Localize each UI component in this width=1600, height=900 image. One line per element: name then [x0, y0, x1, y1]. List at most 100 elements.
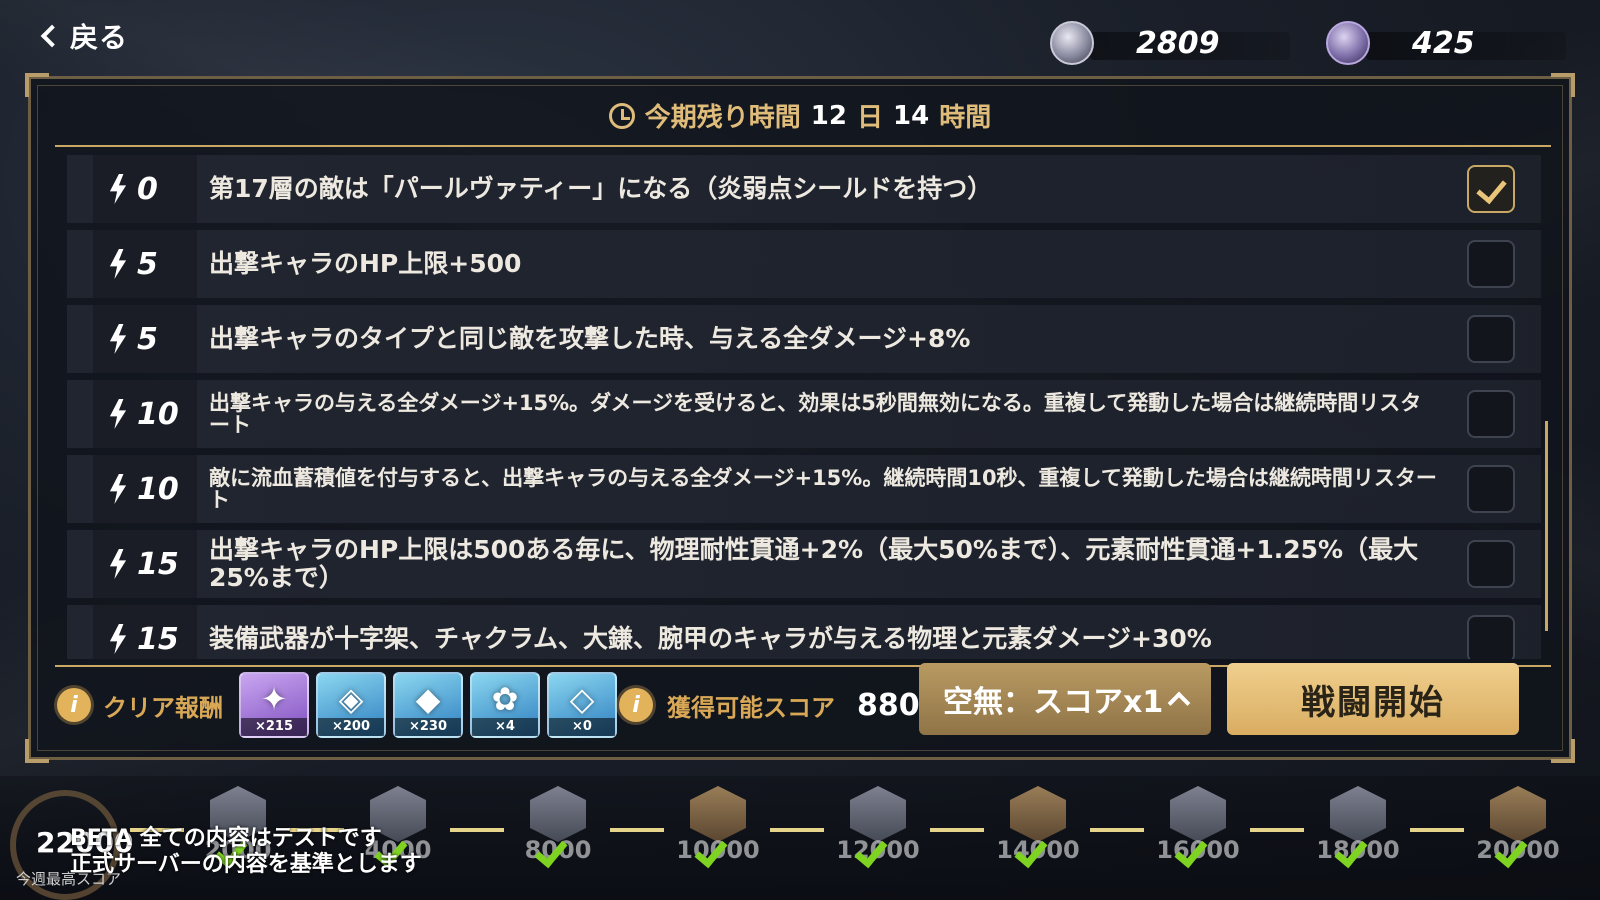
buff-checkbox[interactable]	[1467, 615, 1515, 659]
buff-checkbox[interactable]	[1467, 315, 1515, 363]
clear-rewards: i クリア報酬 ✦ ×215 ◈ ×200 ◆ ×230 ✿ ×4 ◇ ×0	[57, 665, 617, 745]
bird-token-icon: ◆	[415, 680, 441, 718]
buff-description: 敵に流血蓄積値を付与すると、出撃キャラの与える全ダメージ+15%。継続時間10秒…	[209, 466, 1437, 512]
milestone[interactable]: 12000	[836, 786, 920, 869]
buff-description: 出撃キャラの与える全ダメージ+15%。ダメージを受けると、効果は5秒間無効になる…	[209, 391, 1422, 437]
start-battle-label: 戦闘開始	[1301, 682, 1445, 723]
progress-segment	[1090, 828, 1144, 832]
silver-chest-icon	[1330, 786, 1386, 842]
progress-segment	[1410, 828, 1464, 832]
progress-segment	[770, 828, 824, 832]
progress-segment	[450, 828, 504, 832]
lightning-icon	[109, 324, 127, 354]
lightning-icon	[109, 399, 127, 429]
back-label: 戻る	[70, 21, 129, 54]
silver-chest-icon	[530, 786, 586, 842]
buff-cost-value: 0	[137, 171, 158, 207]
buff-row[interactable]: 15 装備武器が十字架、チャクラム、大鎌、腕甲のキャラが与える物理と元素ダメージ…	[67, 605, 1541, 659]
buff-cost-value: 15	[137, 546, 179, 582]
remaining-time-prefix: 今期残り時間	[644, 103, 801, 133]
buff-list[interactable]: 0 第17層の敵は「パールヴァティー」になる（炎弱点シールドを持つ） 5 出撃キ…	[67, 155, 1541, 659]
reward-item-crystal-blue[interactable]: ◇ ×0	[547, 672, 617, 738]
buff-cost-value: 15	[137, 621, 179, 657]
milestone[interactable]: 20000	[1476, 786, 1560, 869]
currency-1-value: 2809	[1136, 25, 1220, 61]
info-icon[interactable]: i	[57, 688, 91, 722]
score-progress-track: 22000 今週最高スコア 2000 4000 8000 10000 12000…	[0, 776, 1600, 900]
crystal-coin-icon	[1050, 21, 1094, 65]
buff-panel: 今期残り時間 12 日 14 時間 0 第17層の敵は「パールヴァティー」になる…	[25, 73, 1575, 763]
crystal-coin-icon: ✦	[260, 680, 288, 718]
milestone[interactable]: 8000	[525, 786, 591, 869]
mode-label: 空無：スコアx1	[943, 685, 1164, 720]
divider	[55, 145, 1551, 147]
buff-description: 第17層の敵は「パールヴァティー」になる（炎弱点シールドを持つ）	[209, 174, 993, 203]
gold-chest-icon	[1490, 786, 1546, 842]
milestone[interactable]: 14000	[996, 786, 1080, 869]
reward-count: ×215	[241, 718, 307, 736]
milestone[interactable]: 10000	[676, 786, 760, 869]
buff-cost: 10	[93, 455, 197, 523]
reward-item-chip[interactable]: ◈ ×200	[316, 672, 386, 738]
blue-crystal-icon: ◇	[569, 680, 595, 718]
days-unit: 日	[856, 103, 883, 133]
list-scrollbar[interactable]	[1545, 421, 1548, 631]
bird-token-icon	[1326, 21, 1370, 65]
buff-cost: 5	[93, 230, 197, 298]
gold-chest-icon	[1010, 786, 1066, 842]
buff-description: 出撃キャラのHP上限は500ある毎に、物理耐性貫通+2%（最大50%まで）、元素…	[209, 535, 1419, 592]
difficulty-mode-button[interactable]: 空無：スコアx1	[919, 663, 1211, 735]
panel-corner	[25, 73, 49, 97]
panel-corner	[1551, 739, 1575, 763]
lightning-icon	[109, 249, 127, 279]
buff-row[interactable]: 5 出撃キャラのHP上限+500	[67, 230, 1541, 298]
pink-flower-icon: ✿	[491, 680, 519, 718]
buff-checkbox[interactable]	[1467, 465, 1515, 513]
buff-cost-value: 5	[137, 321, 158, 357]
currency-2-value: 425	[1412, 25, 1475, 61]
buff-checkbox[interactable]	[1467, 240, 1515, 288]
remaining-time: 今期残り時間 12 日 14 時間	[31, 97, 1569, 134]
milestone[interactable]: 18000	[1316, 786, 1400, 869]
reward-count: ×200	[318, 718, 384, 736]
buff-cost: 5	[93, 305, 197, 373]
buff-cost: 0	[93, 155, 197, 223]
currency-1: 2809	[1050, 20, 1290, 66]
buff-row[interactable]: 10 出撃キャラの与える全ダメージ+15%。ダメージを受けると、効果は5秒間無効…	[67, 380, 1541, 448]
panel-corner	[1551, 73, 1575, 97]
beta-notice-line1: BETA 全ての内容はテストです	[70, 826, 382, 851]
buff-cost-value: 10	[137, 471, 179, 507]
reward-item-token[interactable]: ◆ ×230	[393, 672, 463, 738]
green-chip-icon: ◈	[338, 680, 364, 718]
buff-checkbox[interactable]	[1467, 165, 1515, 213]
remaining-hours: 14	[893, 100, 930, 131]
milestone[interactable]: 16000	[1156, 786, 1240, 869]
start-battle-button[interactable]: 戦闘開始	[1227, 663, 1519, 735]
buff-cost-value: 10	[137, 396, 179, 432]
buff-checkbox[interactable]	[1467, 390, 1515, 438]
buff-row[interactable]: 10 敵に流血蓄積値を付与すると、出撃キャラの与える全ダメージ+15%。継続時間…	[67, 455, 1541, 523]
buff-row[interactable]: 5 出撃キャラのタイプと同じ敵を攻撃した時、与える全ダメージ+8%	[67, 305, 1541, 373]
silver-chest-icon	[850, 786, 906, 842]
buff-description: 出撃キャラのタイプと同じ敵を攻撃した時、与える全ダメージ+8%	[209, 324, 971, 353]
buff-row[interactable]: 0 第17層の敵は「パールヴァティー」になる（炎弱点シールドを持つ）	[67, 155, 1541, 223]
lightning-icon	[109, 549, 127, 579]
lightning-icon	[109, 624, 127, 654]
progress-segment	[1250, 828, 1304, 832]
beta-notice: BETA 全ての内容はテストです 正式サーバーの内容を基準とします	[70, 826, 422, 878]
currency-2: 425	[1326, 20, 1566, 66]
back-button[interactable]: 戻る	[38, 14, 128, 58]
silver-chest-icon	[1170, 786, 1226, 842]
reward-item-flower[interactable]: ✿ ×4	[470, 672, 540, 738]
buff-checkbox[interactable]	[1467, 540, 1515, 588]
lightning-icon	[109, 474, 127, 504]
score-label: 獲得可能スコア	[667, 693, 835, 722]
reward-count: ×230	[395, 718, 461, 736]
reward-items: ✦ ×215 ◈ ×200 ◆ ×230 ✿ ×4 ◇ ×0	[239, 672, 617, 738]
buff-cost: 15	[93, 605, 197, 659]
buff-cost: 15	[93, 530, 197, 598]
reward-item-crystal[interactable]: ✦ ×215	[239, 672, 309, 738]
buff-row[interactable]: 15 出撃キャラのHP上限は500ある毎に、物理耐性貫通+2%（最大50%まで）…	[67, 530, 1541, 598]
info-icon[interactable]: i	[619, 688, 653, 722]
hours-unit: 時間	[939, 103, 992, 133]
